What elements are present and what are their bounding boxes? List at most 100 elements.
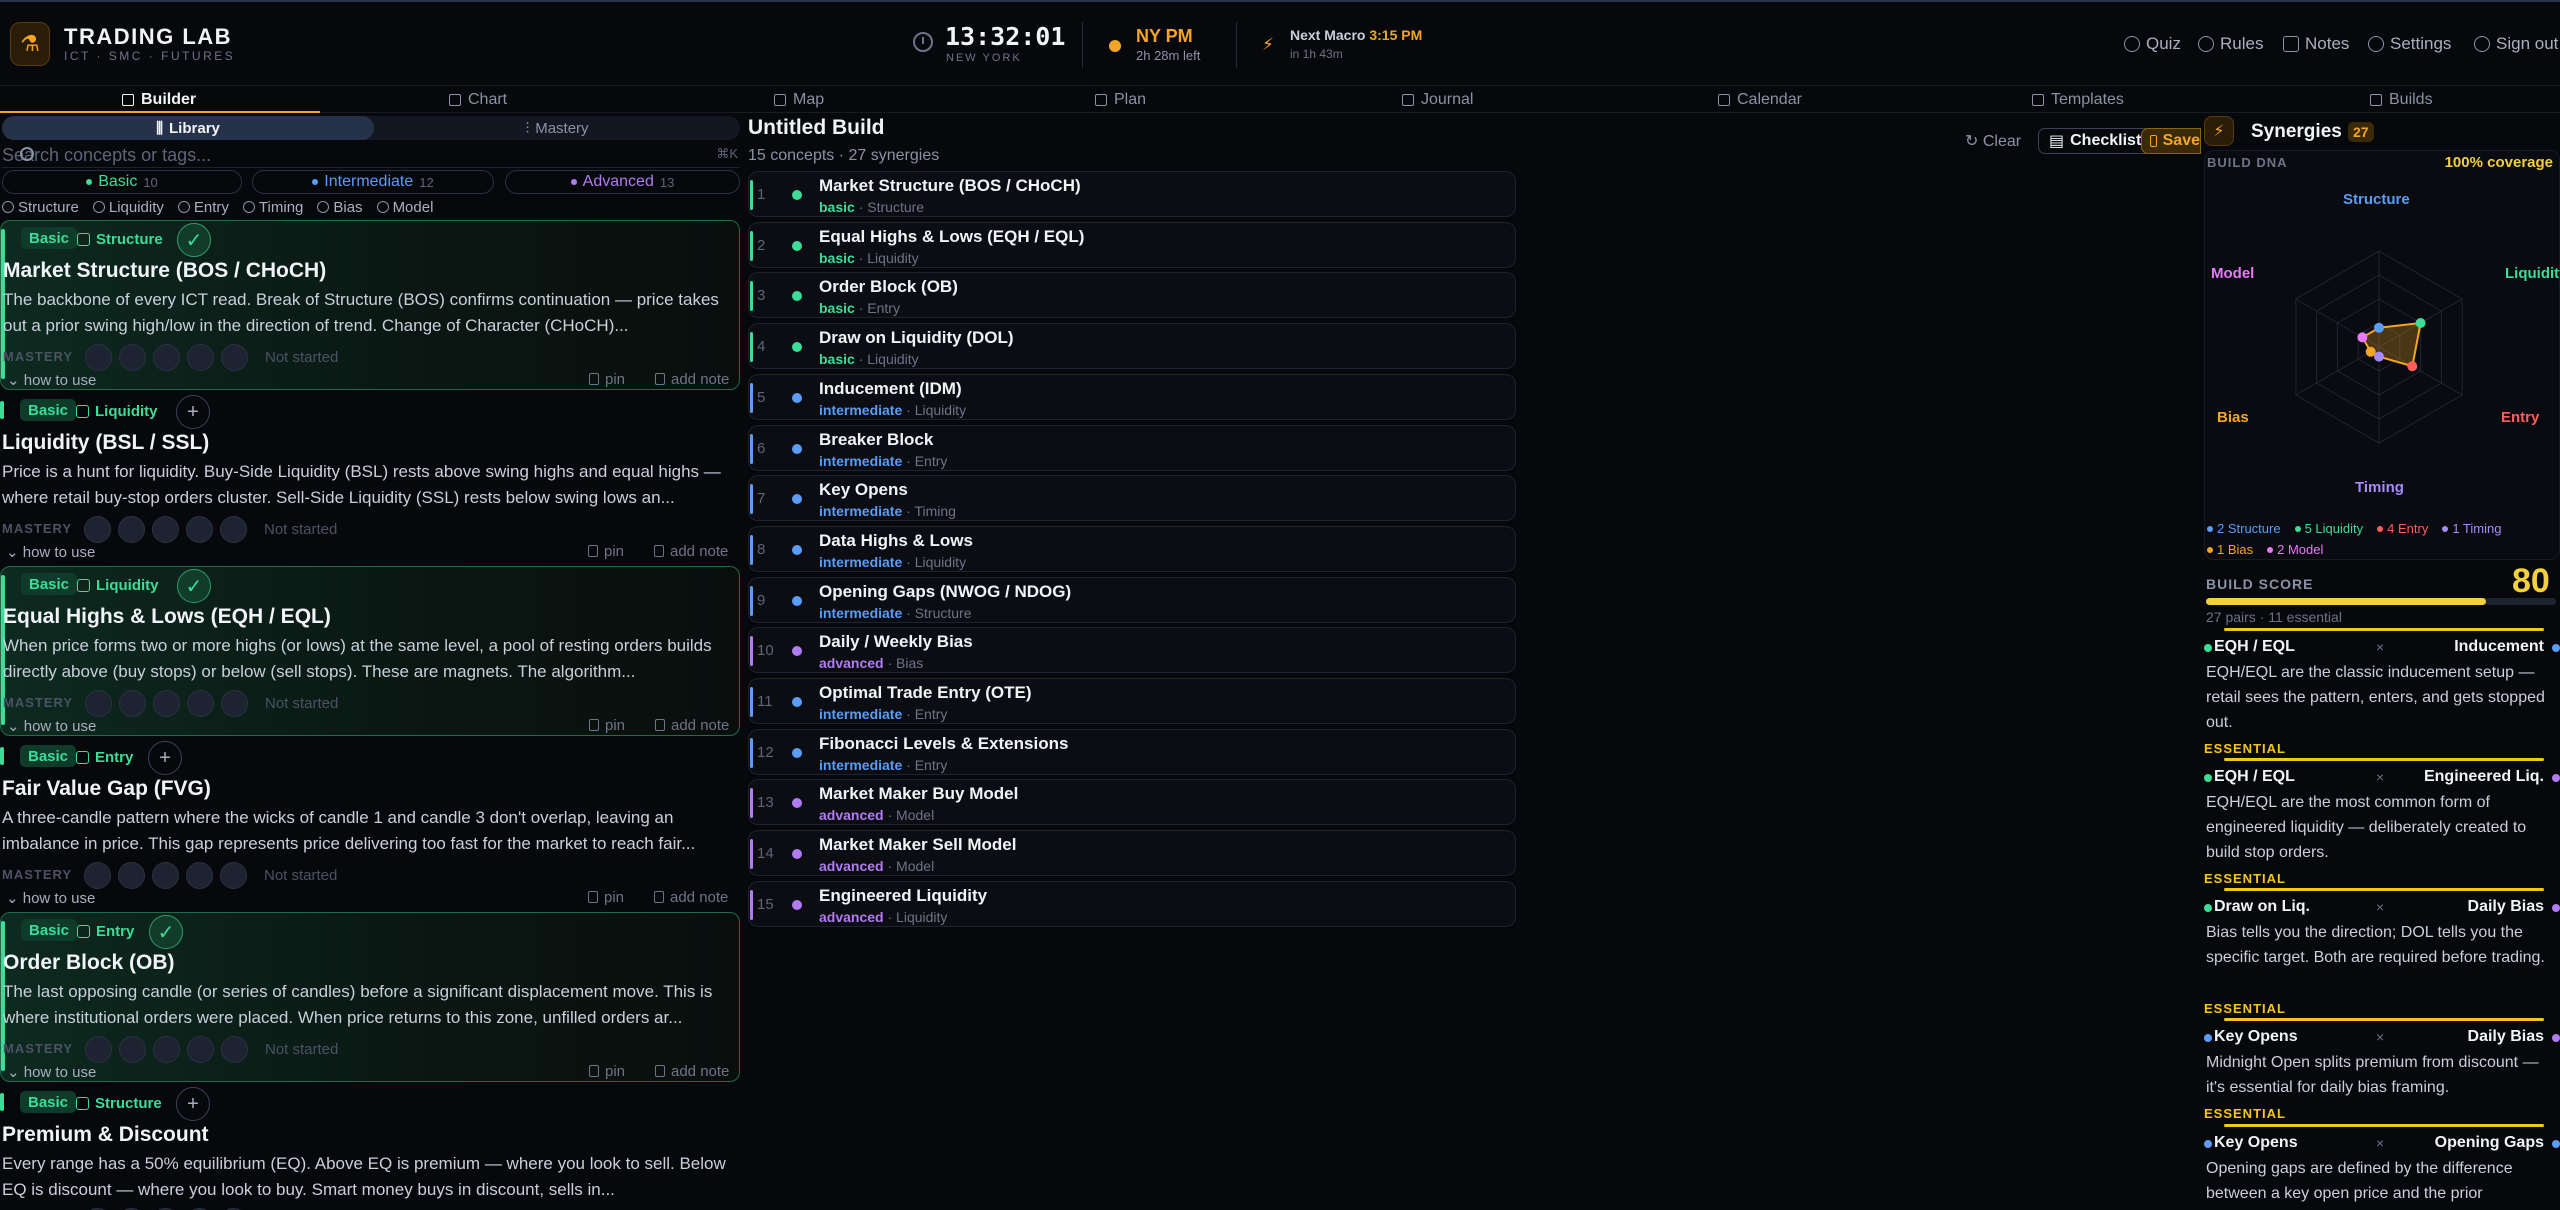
concept-card[interactable]: Basic Liquidity ✓ Equal Highs & Lows (EQH /…: [0, 566, 740, 736]
mastery-dot[interactable]: [153, 690, 180, 717]
mastery-dot[interactable]: [187, 1036, 214, 1063]
build-item[interactable]: 5 Inducement (IDM) intermediate · Liquidit…: [748, 373, 1516, 420]
build-item[interactable]: 3 Order Block (OB) basic · Entry: [748, 272, 1516, 319]
checklist-button[interactable]: ▤ Checklist: [2038, 128, 2153, 154]
drag-handle[interactable]: [750, 433, 753, 464]
drag-handle[interactable]: [750, 230, 753, 261]
tab-plan[interactable]: Plan: [1095, 87, 1146, 113]
mastery-dot[interactable]: [152, 516, 179, 543]
nav-notes[interactable]: Notes: [2283, 34, 2349, 54]
segment-mastery[interactable]: ⫶ Mastery: [374, 116, 740, 140]
nav-quiz[interactable]: Quiz: [2124, 34, 2181, 54]
clear-button[interactable]: ↻ Clear: [1965, 131, 2021, 151]
mastery-dot[interactable]: [85, 690, 112, 717]
mastery-dot[interactable]: [84, 862, 111, 889]
build-item[interactable]: 7 Key Opens intermediate · Timing: [748, 475, 1516, 522]
add-note-button[interactable]: add note: [655, 717, 729, 734]
filter-timing[interactable]: Timing: [242, 197, 303, 217]
segment-library[interactable]: ⫼ Library: [2, 116, 374, 140]
tab-builds[interactable]: Builds: [2370, 87, 2433, 113]
drag-handle[interactable]: [750, 737, 753, 768]
added-check-button[interactable]: ✓: [177, 223, 211, 257]
synergy-pair[interactable]: Draw on Liq. × Daily Bias Bias tells you th…: [2204, 888, 2560, 1018]
build-item[interactable]: 8 Data Highs & Lows intermediate · Liquidi…: [748, 525, 1516, 572]
flask-icon[interactable]: ⚗: [10, 22, 50, 66]
pin-button[interactable]: pin: [589, 717, 625, 734]
drag-handle[interactable]: [750, 382, 753, 413]
mastery-dot[interactable]: [220, 862, 247, 889]
mastery-dot[interactable]: [84, 516, 111, 543]
tab-templates[interactable]: Templates: [2032, 87, 2124, 113]
mastery-rating[interactable]: [85, 690, 248, 717]
build-item[interactable]: 15 Engineered Liquidity advanced · Liquidi…: [748, 880, 1516, 927]
build-item[interactable]: 2 Equal Highs & Lows (EQH / EQL) basic · L…: [748, 221, 1516, 268]
mastery-dot[interactable]: [153, 1036, 180, 1063]
mastery-dot[interactable]: [152, 862, 179, 889]
tab-journal[interactable]: Journal: [1402, 87, 1473, 113]
search-input[interactable]: [2, 142, 702, 168]
mastery-dot[interactable]: [119, 1036, 146, 1063]
drag-handle[interactable]: [750, 585, 753, 616]
tab-map[interactable]: Map: [774, 87, 824, 113]
mastery-dot[interactable]: [187, 344, 214, 371]
mastery-rating[interactable]: [85, 344, 248, 371]
mastery-dot[interactable]: [187, 690, 214, 717]
add-to-build-button[interactable]: +: [148, 741, 182, 775]
drag-handle[interactable]: [750, 636, 753, 667]
added-check-button[interactable]: ✓: [177, 569, 211, 603]
concept-card[interactable]: Basic Liquidity + Liquidity (BSL / SSL) Pric…: [0, 393, 740, 563]
tab-builder[interactable]: Builder: [122, 87, 196, 113]
drag-handle[interactable]: [750, 839, 753, 870]
pin-button[interactable]: pin: [588, 543, 624, 560]
tab-calendar[interactable]: Calendar: [1718, 87, 1802, 113]
synergy-pair[interactable]: Key Opens × Opening Gaps Opening gaps are d…: [2204, 1124, 2560, 1210]
drag-handle[interactable]: [750, 281, 753, 312]
added-check-button[interactable]: ✓: [149, 915, 183, 949]
filter-entry[interactable]: Entry: [177, 197, 229, 217]
drag-handle[interactable]: [750, 180, 753, 210]
drag-handle[interactable]: [750, 484, 753, 515]
how-to-use-toggle[interactable]: ⌄ how to use: [7, 371, 96, 389]
build-item[interactable]: 12 Fibonacci Levels & Extensions intermedi…: [748, 728, 1516, 775]
mastery-dot[interactable]: [85, 344, 112, 371]
build-title[interactable]: Untitled Build: [748, 116, 884, 140]
filter-advanced[interactable]: Advanced 13: [505, 170, 740, 194]
drag-handle[interactable]: [750, 534, 753, 565]
drag-handle[interactable]: [750, 889, 753, 920]
mastery-dot[interactable]: [221, 690, 248, 717]
synergy-pair[interactable]: Key Opens × Daily Bias Midnight Open splits…: [2204, 1018, 2560, 1124]
add-note-button[interactable]: add note: [654, 543, 728, 560]
mastery-dot[interactable]: [220, 516, 247, 543]
mastery-dot[interactable]: [118, 516, 145, 543]
mastery-dot[interactable]: [221, 344, 248, 371]
filter-model[interactable]: Model: [376, 197, 433, 217]
mastery-dot[interactable]: [119, 690, 146, 717]
concept-card[interactable]: Basic Structure ✓ Market Structure (BOS / C…: [0, 220, 740, 390]
mastery-rating[interactable]: [85, 1036, 248, 1063]
drag-handle[interactable]: [750, 332, 753, 363]
add-note-button[interactable]: add note: [654, 889, 728, 906]
drag-handle[interactable]: [750, 687, 753, 717]
synergy-pair[interactable]: EQH / EQL × Inducement EQH/EQL are the clas…: [2204, 628, 2560, 758]
filter-basic[interactable]: Basic 10: [2, 170, 242, 194]
mastery-dot[interactable]: [119, 344, 146, 371]
mastery-rating[interactable]: [84, 516, 247, 543]
tab-chart[interactable]: Chart: [449, 87, 507, 113]
mastery-dot[interactable]: [153, 344, 180, 371]
build-item[interactable]: 14 Market Maker Sell Model advanced · Mode…: [748, 830, 1516, 877]
filter-intermediate[interactable]: Intermediate 12: [252, 170, 494, 194]
filter-bias[interactable]: Bias: [317, 197, 363, 217]
how-to-use-toggle[interactable]: ⌄ how to use: [6, 543, 95, 561]
save-button[interactable]: Save: [2141, 128, 2201, 154]
build-item[interactable]: 9 Opening Gaps (NWOG / NDOG) intermediate …: [748, 576, 1516, 623]
add-note-button[interactable]: add note: [655, 1063, 729, 1080]
nav-settings[interactable]: Settings: [2368, 34, 2451, 54]
mastery-dot[interactable]: [118, 862, 145, 889]
concept-card[interactable]: Basic Structure + Premium & Discount Every r…: [0, 1085, 740, 1210]
drag-handle[interactable]: [750, 788, 753, 819]
how-to-use-toggle[interactable]: ⌄ how to use: [7, 1063, 96, 1081]
build-item[interactable]: 1 Market Structure (BOS / CHoCH) basic · S…: [748, 171, 1516, 217]
filter-structure[interactable]: Structure: [2, 197, 79, 217]
mastery-dot[interactable]: [186, 516, 213, 543]
concept-card[interactable]: Basic Entry + Fair Value Gap (FVG) A three-c…: [0, 739, 740, 909]
